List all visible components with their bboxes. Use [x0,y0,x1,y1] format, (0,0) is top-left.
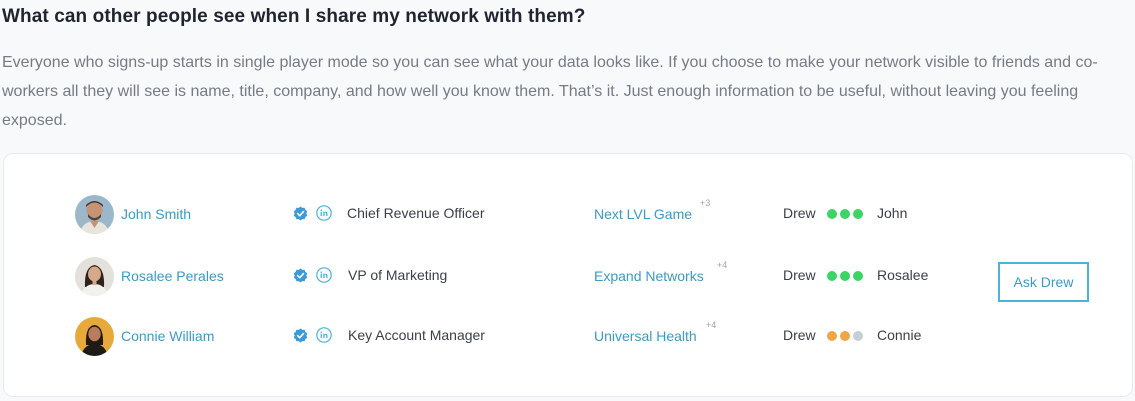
contact-first-name: Rosalee [877,267,929,283]
strength-dot [827,271,837,281]
contact-row: John Smith Chief Revenue Officer Next LV… [4,192,1134,238]
company-link[interactable]: Next LVL Game [594,206,692,222]
company-extra-count: +4 [717,260,728,270]
connector-name: Drew [783,267,816,283]
verified-check-icon [293,268,308,283]
contact-title: Chief Revenue Officer [347,205,485,221]
strength-dot [840,209,850,219]
company-extra-count: +4 [706,320,717,330]
contact-first-name: John [877,205,908,221]
ask-drew-button[interactable]: Ask Drew [998,262,1089,302]
connector-name: Drew [783,327,816,343]
faq-intro: Everyone who signs-up starts in single p… [2,54,1098,129]
avatar [75,195,114,234]
connector-name: Drew [783,205,816,221]
verified-check-icon [293,328,308,343]
relationship-strength [827,331,866,341]
contact-name-link[interactable]: John Smith [121,206,191,222]
strength-dot [853,331,863,341]
contact-first-name: Connie [877,327,922,343]
company-link[interactable]: Universal Health [594,328,697,344]
network-preview-card: John Smith Chief Revenue Officer Next LV… [3,153,1133,397]
company-extra-count: +3 [700,198,711,208]
avatar [75,317,114,356]
verified-check-icon [293,206,308,221]
linkedin-icon[interactable] [316,327,332,343]
linkedin-icon[interactable] [316,267,332,283]
avatar [75,257,114,296]
contact-row: Connie William Key Account Manager Unive… [4,314,1134,360]
strength-dot [827,209,837,219]
strength-dot [853,209,863,219]
contact-name-link[interactable]: Rosalee Perales [121,268,224,284]
linkedin-icon[interactable] [316,205,332,221]
contact-row: Rosalee Perales VP of Marketing Expand N… [4,254,1134,300]
strength-dot [840,331,850,341]
strength-dot [827,331,837,341]
contact-name-link[interactable]: Connie William [121,328,214,344]
relationship-strength [827,209,866,219]
contact-title: VP of Marketing [348,267,448,283]
strength-dot [853,271,863,281]
strength-dot [840,271,850,281]
contact-title: Key Account Manager [348,327,485,343]
faq-heading: What can other people see when I share m… [2,6,586,27]
relationship-strength [827,271,866,281]
company-link[interactable]: Expand Networks [594,268,704,284]
